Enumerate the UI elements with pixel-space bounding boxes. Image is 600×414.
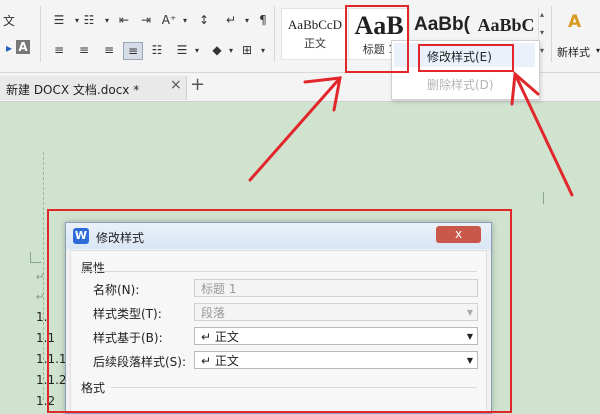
annotation-arrows: [248, 70, 574, 197]
arrow-line: [513, 72, 574, 197]
arrow-head: [510, 70, 540, 106]
arrow-line: [248, 76, 342, 182]
